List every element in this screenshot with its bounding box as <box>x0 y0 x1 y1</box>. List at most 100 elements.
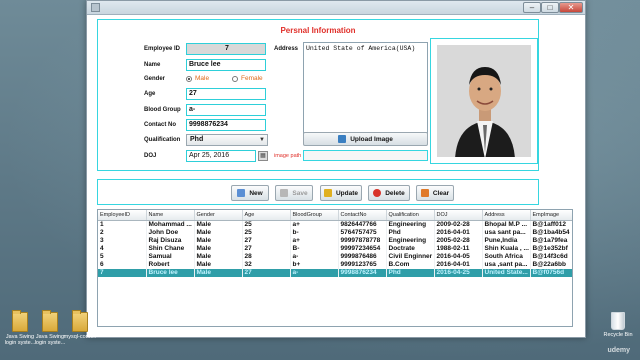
table-cell[interactable]: 2009-02-28 <box>434 220 483 229</box>
table-cell[interactable]: 25 <box>242 228 291 237</box>
column-header[interactable]: BloodGroup <box>290 210 339 221</box>
table-cell[interactable]: B@1a79fea <box>530 236 572 245</box>
table-cell[interactable]: 1988-02-11 <box>434 244 483 253</box>
table-row[interactable]: 7 Bruce lee Male 27 a- 9998876234 Phd 2016-04-2… <box>98 268 572 277</box>
column-header[interactable]: Name <box>146 210 195 221</box>
column-header[interactable]: ContactNo <box>338 210 387 221</box>
radio-selected-icon[interactable] <box>186 75 192 82</box>
table-cell[interactable]: B@14f3c6d <box>530 252 572 261</box>
table-cell[interactable]: Civil Enginner <box>386 252 435 261</box>
employee-id-field[interactable]: 7 <box>186 43 266 55</box>
table-cell[interactable]: B@1ba4b54 <box>530 228 572 237</box>
table-cell[interactable]: United State... <box>482 268 531 277</box>
table-cell[interactable]: Male <box>194 252 243 261</box>
app-window[interactable]: – □ ✕ Persnal Information Employee ID 7 … <box>86 0 586 338</box>
address-textarea[interactable]: United State of America(USA) <box>303 42 428 134</box>
table-cell[interactable]: 4 <box>98 244 147 253</box>
table-cell[interactable]: 99997234654 <box>338 244 387 253</box>
title-bar[interactable]: – □ ✕ <box>87 1 585 15</box>
table-cell[interactable]: 1 <box>98 220 147 229</box>
desktop-folder-icon[interactable]: mysql-conn... <box>60 310 100 340</box>
table-cell[interactable]: B@22a6bb <box>530 260 572 269</box>
recycle-bin[interactable]: Recycle Bin <box>598 312 638 338</box>
column-header[interactable]: DOJ <box>434 210 483 221</box>
table-cell[interactable]: a- <box>290 268 339 277</box>
table-cell[interactable]: 28 <box>242 252 291 261</box>
delete-button[interactable]: Delete <box>368 185 410 201</box>
column-header[interactable]: Age <box>242 210 291 221</box>
table-cell[interactable]: B.Com <box>386 260 435 269</box>
table-cell[interactable]: Bruce lee <box>146 268 195 277</box>
table-cell[interactable]: Doctrate <box>386 244 435 253</box>
table-cell[interactable]: 5764757475 <box>338 228 387 237</box>
employee-table[interactable]: EmployeeID Name Gender Age BloodGroup Co… <box>97 209 573 327</box>
table-cell[interactable]: Raj Disuza <box>146 236 195 245</box>
table-cell[interactable]: B@1aff012 <box>530 220 572 229</box>
table-cell[interactable]: Mohammad ... <box>146 220 195 229</box>
table-cell[interactable]: 9826447766 <box>338 220 387 229</box>
name-field[interactable]: Bruce lee <box>186 59 266 71</box>
table-cell[interactable]: 99997878778 <box>338 236 387 245</box>
table-cell[interactable]: 3 <box>98 236 147 245</box>
table-row[interactable]: 1 Mohammad ... Male 25 a+ 9826447766 Engineeri… <box>98 220 572 229</box>
maximize-button[interactable]: □ <box>541 2 559 13</box>
qualification-select[interactable]: Phd ▼ <box>186 134 268 146</box>
table-cell[interactable]: 27 <box>242 268 291 277</box>
table-cell[interactable]: a+ <box>290 236 339 245</box>
table-cell[interactable]: 25 <box>242 220 291 229</box>
chevron-down-icon[interactable]: ▼ <box>259 135 265 145</box>
table-cell[interactable]: 6 <box>98 260 147 269</box>
table-cell[interactable]: Male <box>194 268 243 277</box>
doj-field[interactable]: Apr 25, 2016 <box>186 150 256 162</box>
table-cell[interactable]: 2016-04-01 <box>434 228 483 237</box>
table-row[interactable]: 2 John Doe Male 25 b- 5764757475 Phd 2016-04-01… <box>98 228 572 237</box>
column-header[interactable]: EmployeeID <box>98 210 147 221</box>
table-cell[interactable]: Samual <box>146 252 195 261</box>
table-cell[interactable]: Male <box>194 228 243 237</box>
table-cell[interactable]: a- <box>290 252 339 261</box>
table-cell[interactable]: Bhopal M.P ... <box>482 220 531 229</box>
table-cell[interactable]: 2016-04-05 <box>434 252 483 261</box>
table-cell[interactable]: Male <box>194 260 243 269</box>
table-cell[interactable]: 32 <box>242 260 291 269</box>
table-cell[interactable]: 9999123765 <box>338 260 387 269</box>
image-path-field[interactable] <box>303 150 428 161</box>
radio-unselected-icon[interactable] <box>232 75 238 82</box>
table-cell[interactable]: Phd <box>386 268 435 277</box>
table-cell[interactable]: 7 <box>98 268 147 277</box>
table-cell[interactable]: 9999876486 <box>338 252 387 261</box>
column-header[interactable]: EmpImage <box>530 210 572 221</box>
table-cell[interactable]: 9998876234 <box>338 268 387 277</box>
blood-group-field[interactable]: a- <box>186 104 266 116</box>
table-cell[interactable]: a+ <box>290 220 339 229</box>
gender-female-option[interactable]: Female <box>232 75 263 82</box>
table-row[interactable]: 5 Samual Male 28 a- 9999876486 Civil Enginner 2… <box>98 252 572 261</box>
save-button[interactable]: Save <box>275 185 313 201</box>
table-cell[interactable]: 2005-02-28 <box>434 236 483 245</box>
table-row[interactable]: 3 Raj Disuza Male 27 a+ 99997878778 Engineerin… <box>98 236 572 245</box>
table-cell[interactable]: South Africa <box>482 252 531 261</box>
upload-image-button[interactable]: Upload Image <box>303 132 428 146</box>
column-header[interactable]: Gender <box>194 210 243 221</box>
table-row[interactable]: 6 Robert Male 32 b+ 9999123765 B.Com 2016-04-01… <box>98 260 572 269</box>
minimize-button[interactable]: – <box>523 2 541 13</box>
clear-button[interactable]: Clear <box>416 185 454 201</box>
table-row[interactable]: 4 Shin Chane Male 27 B- 99997234654 Doctrate 19… <box>98 244 572 253</box>
gender-male-option[interactable]: Male <box>186 75 209 82</box>
update-button[interactable]: Update <box>320 185 362 201</box>
table-cell[interactable]: 5 <box>98 252 147 261</box>
table-cell[interactable]: 27 <box>242 236 291 245</box>
table-cell[interactable]: usa sant pa... <box>482 228 531 237</box>
table-cell[interactable]: B@1e352bf <box>530 244 572 253</box>
table-cell[interactable]: Male <box>194 236 243 245</box>
table-cell[interactable]: Male <box>194 244 243 253</box>
table-cell[interactable]: B- <box>290 244 339 253</box>
table-cell[interactable]: b+ <box>290 260 339 269</box>
table-cell[interactable]: b- <box>290 228 339 237</box>
age-field[interactable]: 27 <box>186 88 266 100</box>
close-button[interactable]: ✕ <box>559 2 583 13</box>
table-cell[interactable]: B@f0756d <box>530 268 572 277</box>
table-cell[interactable]: usa ,sant pa... <box>482 260 531 269</box>
column-header[interactable]: Address <box>482 210 531 221</box>
table-cell[interactable]: Robert <box>146 260 195 269</box>
